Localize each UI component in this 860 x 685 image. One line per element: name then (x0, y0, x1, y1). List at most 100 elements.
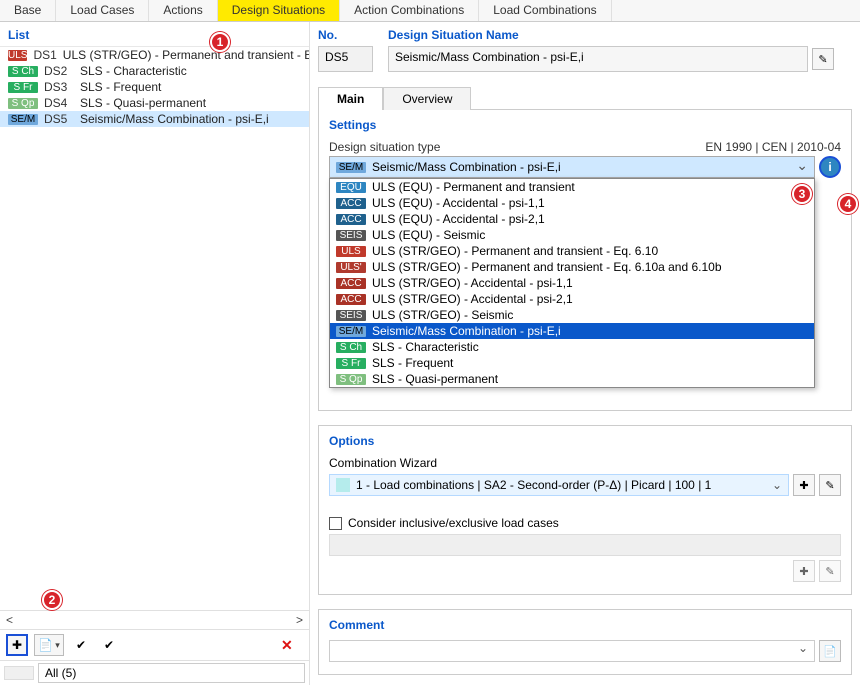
sub-tab-main[interactable]: Main (318, 87, 383, 110)
option-text: ULS (EQU) - Permanent and transient (372, 180, 575, 194)
settings-section: Settings Design situation type EN 1990 |… (318, 110, 852, 411)
list-id: DS1 (33, 48, 56, 62)
cw-edit-button[interactable]: ✎ (819, 474, 841, 496)
tab-design-situations[interactable]: Design Situations (218, 0, 340, 21)
marker-2: 2 (42, 590, 62, 610)
comment-copy-button[interactable]: 📄 (819, 640, 841, 662)
cw-swatch (336, 478, 350, 492)
new-button[interactable]: ✚ (6, 634, 28, 656)
cw-new-button[interactable]: ✚ (793, 474, 815, 496)
tab-action-combinations[interactable]: Action Combinations (340, 0, 479, 21)
list-name: Seismic/Mass Combination - psi-E,i (80, 112, 269, 126)
list-id: DS4 (44, 96, 74, 110)
list-item[interactable]: ULS DS1 ULS (STR/GEO) - Permanent and tran… (0, 47, 309, 63)
tab-base[interactable]: Base (0, 0, 56, 21)
inclusive-checkbox[interactable] (329, 517, 342, 530)
dropdown-option[interactable]: ACCULS (STR/GEO) - Accidental - psi-1,1 (330, 275, 814, 291)
scroll-left-icon[interactable]: < (6, 613, 13, 627)
no-field[interactable]: DS5 (318, 46, 373, 72)
opt-btn-2[interactable]: ✎ (819, 560, 841, 582)
option-badge: EQU (336, 182, 366, 193)
tab-load-combinations[interactable]: Load Combinations (479, 0, 611, 21)
list-item[interactable]: S Qp DS4 SLS - Quasi-permanent (0, 95, 309, 111)
dropdown-option[interactable]: S Qp SLS - Quasi-permanent (330, 371, 814, 387)
option-text: SLS - Characteristic (372, 340, 479, 354)
inclusive-label: Consider inclusive/exclusive load cases (348, 516, 559, 530)
check-all-icon[interactable]: ✔ (70, 634, 92, 656)
list-item[interactable]: S FrDS3SLS - Frequent (0, 79, 309, 95)
option-text: ULS (STR/GEO) - Accidental - psi-1,1 (372, 276, 573, 290)
list-item[interactable]: SE/MDS5Seismic/Mass Combination - psi-E,… (0, 111, 309, 127)
option-badge: ULS' (336, 262, 366, 273)
comment-title: Comment (329, 618, 841, 632)
type-dropdown-list: EQUULS (EQU) - Permanent and transientAC… (329, 178, 815, 388)
right-panel: No. DS5 Design Situation Name Seismic/Ma… (310, 22, 860, 685)
option-text: Seismic/Mass Combination - psi-E,i (372, 324, 561, 338)
option-badge: S Qp (336, 374, 366, 385)
option-badge: ACC (336, 294, 366, 305)
list-name: SLS - Frequent (80, 80, 161, 94)
option-text: ULS (EQU) - Seismic (372, 228, 485, 242)
name-field[interactable]: Seismic/Mass Combination - psi-E,i (388, 46, 808, 72)
dropdown-option[interactable]: ACCULS (STR/GEO) - Accidental - psi-2,1 (330, 291, 814, 307)
option-badge: S Fr (336, 358, 366, 369)
cw-value: 1 - Load combinations | SA2 - Second-ord… (356, 478, 711, 492)
cw-label: Combination Wizard (329, 456, 841, 470)
tab-load-cases[interactable]: Load Cases (56, 0, 149, 21)
uncheck-all-icon[interactable]: ✔ (98, 634, 120, 656)
option-text: ULS (STR/GEO) - Seismic (372, 308, 513, 322)
option-badge: SEIS (336, 310, 366, 321)
dropdown-option[interactable]: SE/M Seismic/Mass Combination - psi-E,i (330, 323, 814, 339)
dropdown-option[interactable]: S Fr SLS - Frequent (330, 355, 814, 371)
option-text: ULS (STR/GEO) - Permanent and transient … (372, 244, 658, 258)
sub-tab-overview[interactable]: Overview (383, 87, 471, 110)
list-name: ULS (STR/GEO) - Permanent and transient … (63, 48, 309, 62)
settings-title: Settings (329, 118, 841, 132)
h-scroll[interactable]: < > (0, 610, 309, 629)
list-badge: SE/M (8, 114, 38, 125)
tab-actions[interactable]: Actions (149, 0, 217, 21)
info-button[interactable]: i (819, 156, 841, 178)
dropdown-option[interactable]: SEIS ULS (STR/GEO) - Seismic (330, 307, 814, 323)
option-badge: ULS (336, 246, 366, 257)
type-dropdown[interactable]: SE/M Seismic/Mass Combination - psi-E,i (329, 156, 815, 178)
list-name: SLS - Quasi-permanent (80, 96, 206, 110)
list-badge: ULS (8, 50, 27, 61)
sub-tabs: MainOverview (318, 86, 852, 110)
dropdown-option[interactable]: EQU ULS (EQU) - Permanent and transient (330, 179, 814, 195)
standard-text: EN 1990 | CEN | 2010-04 (705, 140, 841, 154)
list-badge: S Qp (8, 98, 38, 109)
dropdown-option[interactable]: ACCULS (EQU) - Accidental - psi-2,1 (330, 211, 814, 227)
option-text: SLS - Frequent (372, 356, 453, 370)
type-current-text: Seismic/Mass Combination - psi-E,i (372, 160, 561, 174)
dropdown-option[interactable]: ULS ULS (STR/GEO) - Permanent and transie… (330, 243, 814, 259)
comment-section: Comment 📄 (318, 609, 852, 675)
edit-name-button[interactable]: ✎ (812, 48, 834, 70)
option-badge: SEIS (336, 230, 366, 241)
filter-color-swatch[interactable] (4, 666, 34, 680)
cw-dropdown[interactable]: 1 - Load combinations | SA2 - Second-ord… (329, 474, 789, 496)
dropdown-option[interactable]: SEIS ULS (EQU) - Seismic (330, 227, 814, 243)
option-text: ULS (EQU) - Accidental - psi-2,1 (372, 212, 545, 226)
delete-button[interactable]: ✕ (281, 637, 303, 654)
dropdown-option[interactable]: ULS'ULS (STR/GEO) - Permanent and transi… (330, 259, 814, 275)
copy-button[interactable]: 📄 (34, 634, 64, 656)
option-text: SLS - Quasi-permanent (372, 372, 498, 386)
option-badge: S Ch (336, 342, 366, 353)
list-id: DS2 (44, 64, 74, 78)
no-label: No. (318, 28, 378, 46)
opt-btn-1[interactable]: ✚ (793, 560, 815, 582)
options-section: Options Combination Wizard 1 - Load comb… (318, 425, 852, 595)
dropdown-option[interactable]: S Ch SLS - Characteristic (330, 339, 814, 355)
option-text: ULS (EQU) - Accidental - psi-1,1 (372, 196, 545, 210)
inclusive-bar (329, 534, 841, 556)
comment-dropdown[interactable] (329, 640, 815, 662)
filter-input[interactable] (38, 663, 305, 683)
option-badge: SE/M (336, 326, 366, 337)
list-title: List (0, 22, 309, 47)
scroll-right-icon[interactable]: > (296, 613, 303, 627)
list-item[interactable]: S ChDS2SLS - Characteristic (0, 63, 309, 79)
type-label: Design situation type (329, 140, 440, 154)
dropdown-option[interactable]: ACCULS (EQU) - Accidental - psi-1,1 (330, 195, 814, 211)
list-name: SLS - Characteristic (80, 64, 187, 78)
